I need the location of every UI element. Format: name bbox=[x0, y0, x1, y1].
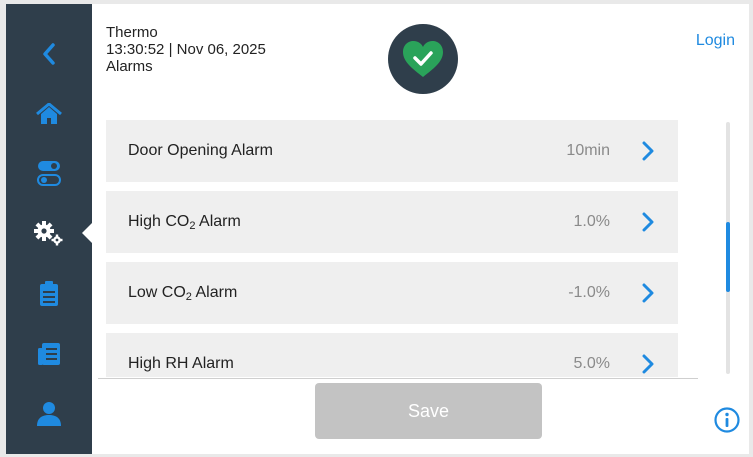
time-display: 13:30:52 bbox=[106, 41, 165, 58]
sidebar-item-logs[interactable] bbox=[6, 324, 92, 384]
active-indicator bbox=[82, 222, 93, 244]
clipboard-icon bbox=[40, 281, 58, 306]
settings-icon bbox=[34, 221, 63, 246]
alarm-label: High CO2 Alarm bbox=[128, 213, 241, 232]
app-name: Thermo bbox=[106, 24, 158, 41]
datetime-separator: | bbox=[168, 41, 173, 58]
alarm-value: 1.0% bbox=[573, 213, 610, 230]
alarm-row-door-opening[interactable]: Door Opening Alarm 10min bbox=[106, 120, 678, 182]
chevron-right-icon bbox=[642, 212, 654, 232]
home-icon bbox=[36, 103, 62, 124]
login-button[interactable]: Login bbox=[696, 32, 735, 50]
system-status-indicator[interactable] bbox=[388, 24, 458, 94]
chevron-right-icon bbox=[642, 283, 654, 303]
chevron-right-icon bbox=[642, 354, 654, 374]
sidebar-item-user[interactable] bbox=[6, 384, 92, 444]
log-icon bbox=[38, 343, 60, 365]
datetime: 13:30:52 | Nov 06, 2025 bbox=[106, 41, 266, 58]
scrollbar[interactable] bbox=[726, 122, 730, 374]
back-button[interactable] bbox=[6, 24, 92, 84]
alarm-list: Door Opening Alarm 10min High CO2 Alarm … bbox=[106, 119, 686, 377]
toggle-icon bbox=[37, 161, 61, 186]
app-frame: Thermo 13:30:52 | Nov 06, 2025 Alarms Lo… bbox=[6, 4, 749, 454]
alarm-row-low-co2[interactable]: Low CO2 Alarm -1.0% bbox=[106, 262, 678, 324]
page-title: Alarms bbox=[106, 58, 153, 75]
alarm-row-high-rh[interactable]: High RH Alarm 5.0% bbox=[106, 333, 678, 377]
header-info: Thermo 13:30:52 | Nov 06, 2025 Alarms bbox=[106, 24, 266, 75]
back-icon bbox=[43, 43, 55, 65]
alarm-label: Door Opening Alarm bbox=[128, 142, 273, 159]
sidebar-item-settings[interactable] bbox=[6, 203, 92, 263]
sidebar-item-records[interactable] bbox=[6, 264, 92, 324]
date-display: Nov 06, 2025 bbox=[176, 41, 266, 58]
sidebar-item-home[interactable] bbox=[6, 84, 92, 144]
sidebar bbox=[6, 4, 93, 454]
user-icon bbox=[37, 402, 61, 426]
alarm-row-high-co2[interactable]: High CO2 Alarm 1.0% bbox=[106, 191, 678, 253]
info-button[interactable] bbox=[714, 407, 740, 438]
chevron-right-icon bbox=[642, 141, 654, 161]
alarm-value: 5.0% bbox=[573, 355, 610, 372]
save-button[interactable]: Save bbox=[315, 383, 542, 439]
list-divider bbox=[98, 378, 698, 379]
alarm-label: Low CO2 Alarm bbox=[128, 284, 238, 303]
info-icon bbox=[714, 407, 740, 433]
alarm-label: High RH Alarm bbox=[128, 355, 234, 372]
alarm-value: -1.0% bbox=[568, 284, 610, 301]
heart-check-icon bbox=[403, 41, 443, 77]
sidebar-item-controls[interactable] bbox=[6, 143, 92, 203]
alarm-value: 10min bbox=[566, 142, 610, 159]
scrollbar-thumb[interactable] bbox=[726, 222, 730, 292]
